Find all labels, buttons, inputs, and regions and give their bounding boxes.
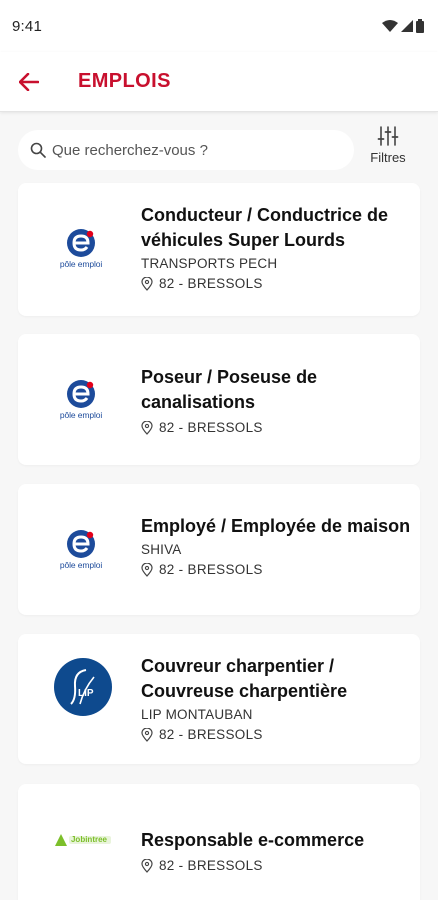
- back-button[interactable]: [0, 52, 58, 112]
- job-card[interactable]: pôle emploi Poseur / Poseuse de canalisa…: [18, 334, 420, 465]
- job-card[interactable]: pôle emploi Employé / Employée de maison…: [18, 484, 420, 615]
- job-title: Employé / Employée de maison: [141, 516, 411, 536]
- job-location: 82 - BRESSOLS: [141, 727, 412, 742]
- location-pin-icon: [141, 562, 153, 577]
- pole-emploi-logo-icon: [67, 529, 95, 558]
- job-card[interactable]: Jobintree Responsable e-commerce 82 - BR…: [18, 784, 420, 900]
- status-time: 9:41: [12, 17, 42, 35]
- signal-icon: [401, 20, 413, 32]
- job-title: Couvreur charpentier / Couvreuse charpen…: [141, 656, 348, 701]
- search-icon: [30, 142, 46, 158]
- job-location: 82 - BRESSOLS: [141, 562, 412, 577]
- company-logo: pôle emploi: [48, 366, 114, 432]
- location-pin-icon: [141, 858, 153, 873]
- company-logo: LIP: [50, 654, 116, 720]
- sliders-icon: [377, 126, 399, 146]
- search-row: Filtres: [0, 124, 438, 176]
- pole-emploi-wordmark: pôle emploi: [59, 258, 103, 269]
- pole-emploi-wordmark: pôle emploi: [59, 409, 103, 420]
- back-arrow-icon: [19, 72, 39, 91]
- location-label: 82 - BRESSOLS: [159, 727, 263, 742]
- company-name: SHIVA: [141, 542, 182, 557]
- location-label: 82 - BRESSOLS: [159, 858, 263, 873]
- company-name: TRANSPORTS PECH: [141, 256, 278, 271]
- location-label: 82 - BRESSOLS: [159, 276, 263, 291]
- location-pin-icon: [141, 276, 153, 291]
- location-label: 82 - BRESSOLS: [159, 562, 263, 577]
- job-title: Conducteur / Conductrice de véhicules Su…: [141, 205, 389, 250]
- job-card[interactable]: pôle emploi Conducteur / Conductrice de …: [18, 183, 420, 316]
- app-bar: EMPLOIS: [0, 52, 438, 112]
- status-bar: 9:41: [0, 0, 438, 52]
- pole-emploi-logo-icon: [67, 379, 95, 408]
- lip-wordmark: LIP: [78, 688, 94, 699]
- company-logo: Jobintree: [48, 804, 118, 870]
- job-title: Poseur / Poseuse de canalisations: [141, 367, 318, 412]
- location-pin-icon: [141, 727, 153, 742]
- pole-emploi-logo-icon: [67, 228, 95, 257]
- jobintree-wordmark: Jobintree: [70, 834, 107, 844]
- job-title: Responsable e-commerce: [141, 830, 365, 850]
- job-location: 82 - BRESSOLS: [141, 420, 412, 435]
- company-logo: pôle emploi: [48, 516, 114, 582]
- battery-icon: [416, 19, 424, 33]
- location-label: 82 - BRESSOLS: [159, 420, 263, 435]
- company-name: LIP MONTAUBAN: [141, 707, 253, 722]
- wifi-icon: [382, 20, 398, 32]
- page-title: EMPLOIS: [78, 70, 171, 92]
- company-logo: pôle emploi: [48, 215, 114, 281]
- job-card[interactable]: LIP Couvreur charpentier / Couvreuse cha…: [18, 634, 420, 764]
- pole-emploi-wordmark: pôle emploi: [59, 559, 103, 570]
- filters-label: Filtres: [370, 150, 406, 165]
- search-input[interactable]: [52, 141, 332, 159]
- status-icons: [382, 19, 424, 33]
- location-pin-icon: [141, 420, 153, 435]
- search-box[interactable]: [18, 130, 354, 170]
- job-location: 82 - BRESSOLS: [141, 858, 412, 873]
- job-location: 82 - BRESSOLS: [141, 276, 412, 291]
- filters-button[interactable]: Filtres: [362, 126, 414, 174]
- lip-logo-icon: [54, 658, 112, 716]
